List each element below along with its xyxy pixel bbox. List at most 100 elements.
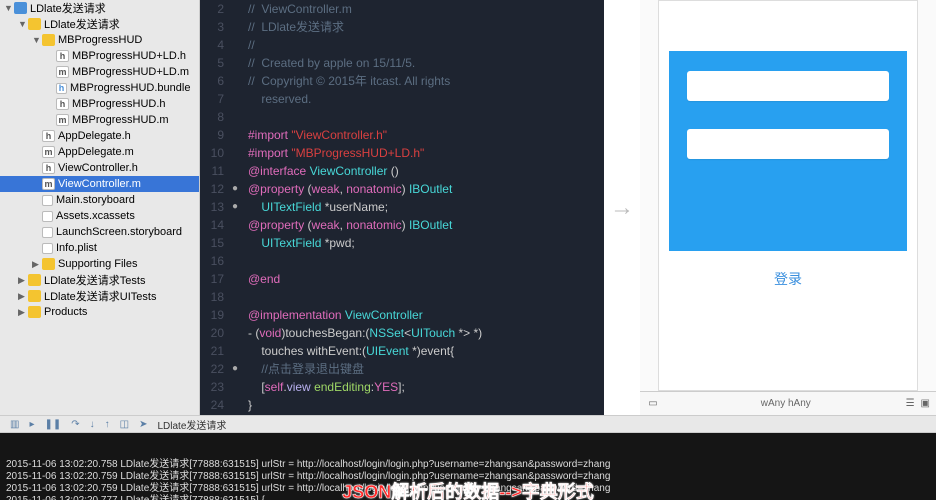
debug-toolbar[interactable]: ▥ ▸ ❚❚ ↷ ↓ ↑ ◫ ➤ LDlate发送请求 — [0, 415, 936, 433]
code-line[interactable]: @implementation ViewController — [248, 306, 604, 324]
code-line[interactable]: UITextField *pwd; — [248, 234, 604, 252]
code-line[interactable]: reserved. — [248, 90, 604, 108]
file-icon — [42, 227, 53, 238]
nav-item-main-storyboard[interactable]: Main.storyboard — [0, 192, 199, 208]
code-line[interactable]: // Copyright © 2015年 itcast. All rights — [248, 72, 604, 90]
nav-item-viewcontroller-h[interactable]: hViewController.h — [0, 160, 199, 176]
device-frame: 登录 — [658, 0, 918, 391]
code-line[interactable]: } — [248, 396, 604, 414]
nav-label: LDlate发送请求UITests — [44, 288, 156, 304]
code-line[interactable] — [248, 252, 604, 270]
main-area: ▼LDlate发送请求▼LDlate发送请求▼MBProgressHUDhMBP… — [0, 0, 936, 415]
file-icon: m — [42, 178, 55, 190]
hide-debug-icon[interactable]: ▥ — [10, 419, 19, 430]
code-line[interactable] — [248, 288, 604, 306]
nav-item-assets-xcassets[interactable]: Assets.xcassets — [0, 208, 199, 224]
code-line[interactable]: @end — [248, 270, 604, 288]
folder-icon — [42, 258, 55, 270]
code-line[interactable]: @property (weak, nonatomic) IBOutlet — [248, 216, 604, 234]
code-line[interactable]: // LDlate发送请求 — [248, 18, 604, 36]
file-icon: m — [42, 146, 55, 158]
code-body[interactable]: // ViewController.m// LDlate发送请求//// Cre… — [242, 0, 604, 415]
file-icon: h — [42, 130, 55, 142]
size-class-bar[interactable]: ▭ wAny hAny ☰ ▣ — [640, 391, 936, 415]
code-line[interactable]: [self.view endEditing:YES]; — [248, 378, 604, 396]
file-icon: h — [42, 162, 55, 174]
nav-label: Supporting Files — [58, 258, 138, 270]
nav-label: Info.plist — [56, 242, 97, 254]
code-line[interactable]: // Created by apple on 15/11/5. — [248, 54, 604, 72]
code-line[interactable]: //点击登录退出键盘 — [248, 360, 604, 378]
view-debug-icon[interactable]: ◫ — [120, 419, 129, 430]
nav-label: Assets.xcassets — [56, 210, 135, 222]
nav-label: MBProgressHUD — [58, 34, 142, 46]
nav-label: MBProgressHUD.bundle — [70, 82, 190, 94]
project-navigator[interactable]: ▼LDlate发送请求▼LDlate发送请求▼MBProgressHUDhMBP… — [0, 0, 200, 415]
step-into-icon[interactable]: ↓ — [90, 419, 95, 430]
username-field[interactable] — [687, 71, 889, 101]
file-icon: h — [56, 98, 69, 110]
nav-item-ldlate-[interactable]: ▼LDlate发送请求 — [0, 16, 199, 32]
nav-label: MBProgressHUD+LD.h — [72, 50, 186, 62]
nav-item-ldlate-tests[interactable]: ▶LDlate发送请求Tests — [0, 272, 199, 288]
nav-item-mbprogresshud-bundle[interactable]: hMBProgressHUD.bundle — [0, 80, 199, 96]
line-gutter: 2345678910111213141516171819202122232425… — [200, 0, 228, 415]
file-icon — [42, 195, 53, 206]
breakpoint-gutter[interactable]: ●●● — [228, 0, 242, 415]
nav-item-ldlate-[interactable]: ▼LDlate发送请求 — [0, 0, 199, 16]
nav-item-mbprogresshud-ld-m[interactable]: mMBProgressHUD+LD.m — [0, 64, 199, 80]
code-line[interactable]: // ViewController.m — [248, 0, 604, 18]
nav-item-mbprogresshud[interactable]: ▼MBProgressHUD — [0, 32, 199, 48]
nav-item-ldlate-uitests[interactable]: ▶LDlate发送请求UITests — [0, 288, 199, 304]
ib-canvas[interactable]: 登录 — [640, 0, 936, 391]
nav-item-appdelegate-h[interactable]: hAppDelegate.h — [0, 128, 199, 144]
nav-label: AppDelegate.h — [58, 130, 131, 142]
panel-toggle-icon[interactable]: ▭ — [640, 398, 666, 409]
nav-label: ViewController.h — [58, 162, 138, 174]
nav-item-mbprogresshud-ld-h[interactable]: hMBProgressHUD+LD.h — [0, 48, 199, 64]
password-field[interactable] — [687, 129, 889, 159]
code-line[interactable]: @property (weak, nonatomic) IBOutlet — [248, 180, 604, 198]
code-line[interactable]: - (IBAction)logIn:(id)sender { — [248, 414, 604, 415]
code-line[interactable]: UITextField *userName; — [248, 198, 604, 216]
code-editor[interactable]: 2345678910111213141516171819202122232425… — [200, 0, 604, 415]
nav-item-mbprogresshud-h[interactable]: hMBProgressHUD.h — [0, 96, 199, 112]
continue-icon[interactable]: ▸ — [29, 419, 34, 430]
folder-icon — [28, 274, 41, 286]
code-line[interactable]: #import "MBProgressHUD+LD.h" — [248, 144, 604, 162]
project-icon — [14, 2, 27, 14]
interface-builder: 登录 ▭ wAny hAny ☰ ▣ — [640, 0, 936, 415]
nav-item-supporting-files[interactable]: ▶Supporting Files — [0, 256, 199, 272]
size-class-label[interactable]: wAny hAny — [666, 398, 906, 409]
nav-item-appdelegate-m[interactable]: mAppDelegate.m — [0, 144, 199, 160]
code-line[interactable]: #import "ViewController.h" — [248, 126, 604, 144]
code-line[interactable] — [248, 108, 604, 126]
file-icon: m — [56, 66, 69, 78]
constraints-icon[interactable]: ☰ — [906, 398, 915, 409]
nav-item-viewcontroller-m[interactable]: mViewController.m — [0, 176, 199, 192]
code-line[interactable]: // — [248, 36, 604, 54]
nav-item-info-plist[interactable]: Info.plist — [0, 240, 199, 256]
code-line[interactable]: @interface ViewController () — [248, 162, 604, 180]
debug-console[interactable]: 2015-11-06 13:02:20.758 LDlate发送请求[77888… — [0, 433, 936, 500]
annotation-overlay: JSON解析后的数据-->字典形式 — [342, 486, 594, 498]
folder-icon — [28, 306, 41, 318]
embed-icon[interactable]: ▣ — [921, 398, 930, 409]
nav-label: LDlate发送请求 — [44, 16, 120, 32]
location-icon[interactable]: ➤ — [139, 419, 147, 430]
step-over-icon[interactable]: ↷ — [71, 419, 79, 430]
pause-icon[interactable]: ❚❚ — [44, 419, 61, 430]
code-line[interactable]: - (void)touchesBegan:(NSSet<UITouch *> *… — [248, 324, 604, 342]
assistant-arrow-icon: → — [604, 0, 640, 415]
nav-label: LaunchScreen.storyboard — [56, 226, 182, 238]
folder-icon — [42, 34, 55, 46]
nav-item-launchscreen-storyboard[interactable]: LaunchScreen.storyboard — [0, 224, 199, 240]
nav-label: MBProgressHUD+LD.m — [72, 66, 189, 78]
step-out-icon[interactable]: ↑ — [105, 419, 110, 430]
nav-item-mbprogresshud-m[interactable]: mMBProgressHUD.m — [0, 112, 199, 128]
nav-item-products[interactable]: ▶Products — [0, 304, 199, 320]
nav-label: Products — [44, 306, 87, 318]
folder-icon — [28, 18, 41, 30]
login-button[interactable]: 登录 — [669, 261, 907, 297]
code-line[interactable]: touches withEvent:(UIEvent *)event{ — [248, 342, 604, 360]
